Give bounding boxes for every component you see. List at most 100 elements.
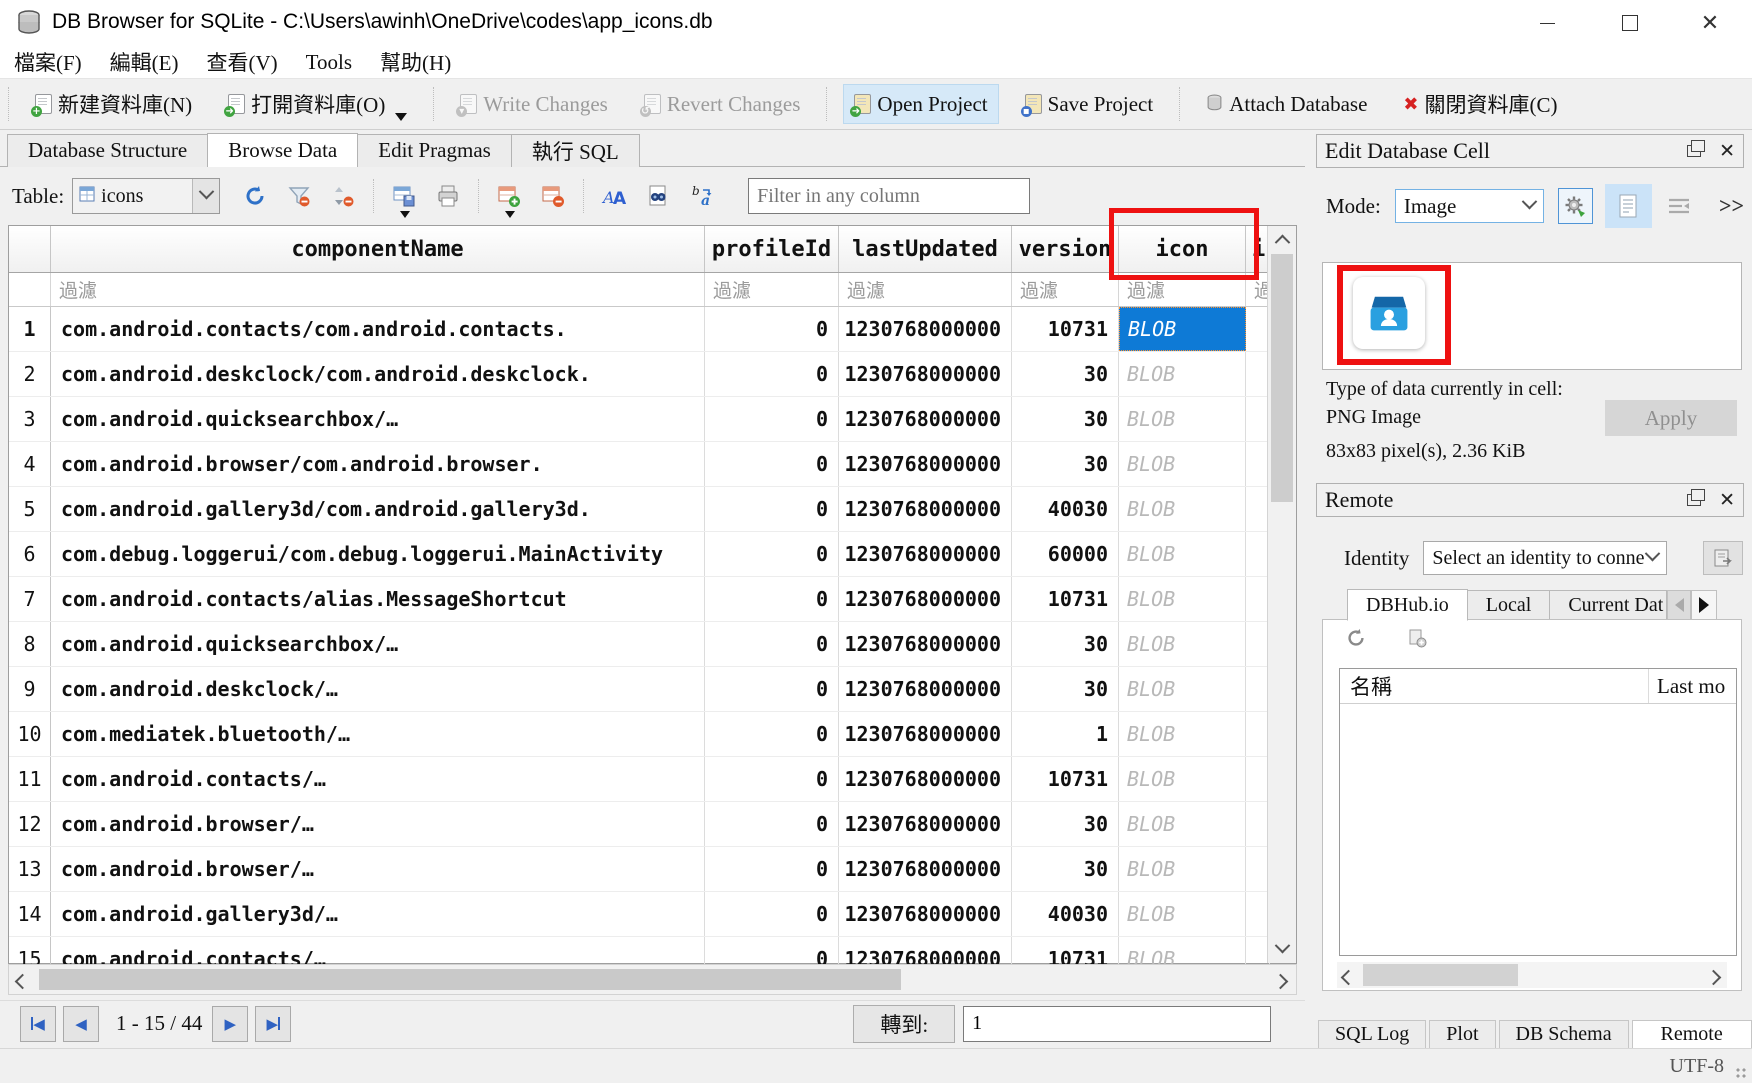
remote-clone-database-icon[interactable] xyxy=(1407,628,1427,653)
find-in-table-icon[interactable] xyxy=(645,183,671,209)
cell-profileId[interactable]: 0 xyxy=(705,892,839,936)
filter-input[interactable] xyxy=(748,178,1030,214)
column-header-lastUpdated[interactable]: lastUpdated xyxy=(839,226,1012,272)
cell-profileId[interactable]: 0 xyxy=(705,757,839,801)
scroll-right-button[interactable] xyxy=(1708,970,1719,988)
cell-profileId[interactable]: 0 xyxy=(705,712,839,756)
open-project-button[interactable]: ➜ Open Project xyxy=(843,84,998,124)
cell-profileId[interactable]: 0 xyxy=(705,532,839,576)
close-button[interactable]: ✕ xyxy=(1679,3,1741,43)
tab-current-database[interactable]: Current Dat xyxy=(1549,590,1667,620)
cell-lastUpdated[interactable]: 1230768000000 xyxy=(839,712,1012,756)
insert-record-icon[interactable] xyxy=(496,183,522,209)
mode-select[interactable]: Image xyxy=(1395,189,1544,223)
cell-profileId[interactable]: 0 xyxy=(705,487,839,531)
cell-componentName[interactable]: com.android.gallery3d/com.android.galler… xyxy=(51,487,705,531)
write-changes-button[interactable]: ▾ Write Changes xyxy=(450,85,618,123)
cell-lastUpdated[interactable]: 1230768000000 xyxy=(839,487,1012,531)
cell-icon[interactable]: BLOB xyxy=(1119,712,1246,756)
cell-version[interactable]: 30 xyxy=(1012,622,1119,666)
cell-icon[interactable]: BLOB xyxy=(1119,397,1246,441)
row-number[interactable]: 5 xyxy=(9,487,51,531)
open-database-button[interactable]: ➜ 打開資料庫(O) xyxy=(218,85,417,123)
column-header-componentName[interactable]: componentName xyxy=(51,226,705,272)
row-number[interactable]: 1 xyxy=(9,307,51,351)
text-mode-button[interactable] xyxy=(1605,184,1652,228)
cell-componentName[interactable]: com.android.browser/com.android.browser. xyxy=(51,442,705,486)
dock-tab-plot[interactable]: Plot xyxy=(1429,1020,1495,1049)
maximize-button[interactable] xyxy=(1599,3,1661,43)
delete-record-icon[interactable] xyxy=(540,183,566,209)
cell-icon[interactable]: BLOB xyxy=(1119,667,1246,711)
cell-lastUpdated[interactable]: 1230768000000 xyxy=(839,892,1012,936)
menu-help[interactable]: 幫助(H) xyxy=(366,46,465,78)
cell-componentName[interactable]: com.android.contacts/… xyxy=(51,757,705,801)
row-number[interactable]: 4 xyxy=(9,442,51,486)
first-page-button[interactable]: ◀ xyxy=(20,1006,56,1042)
row-number[interactable]: 8 xyxy=(9,622,51,666)
cell-componentName[interactable]: com.android.deskclock/com.android.deskcl… xyxy=(51,352,705,396)
apply-button[interactable]: Apply xyxy=(1605,400,1737,436)
remote-column-last-modified[interactable]: Last mo xyxy=(1649,669,1736,703)
cell-lastUpdated[interactable]: 1230768000000 xyxy=(839,802,1012,846)
encoding-indicator[interactable]: UTF-8 xyxy=(1670,1055,1724,1078)
cell-icon[interactable]: BLOB xyxy=(1119,352,1246,396)
row-number[interactable]: 3 xyxy=(9,397,51,441)
cell-icon[interactable]: BLOB xyxy=(1119,802,1246,846)
cell-componentName[interactable]: com.android.gallery3d/… xyxy=(51,892,705,936)
cell-componentName[interactable]: com.android.contacts/com.android.contact… xyxy=(51,307,705,351)
cell-version[interactable]: 10731 xyxy=(1012,307,1119,351)
cell-icon[interactable]: BLOB xyxy=(1119,622,1246,666)
cell-icon[interactable]: BLOB xyxy=(1119,892,1246,936)
cell-profileId[interactable]: 0 xyxy=(705,307,839,351)
next-page-button[interactable]: ▶ xyxy=(212,1006,248,1042)
float-panel-icon[interactable] xyxy=(1687,494,1701,506)
menu-file[interactable]: 檔案(F) xyxy=(0,46,96,78)
cell-componentName[interactable]: com.android.deskclock/… xyxy=(51,667,705,711)
column-header-profileId[interactable]: profileId xyxy=(705,226,839,272)
cell-lastUpdated[interactable]: 1230768000000 xyxy=(839,397,1012,441)
print-icon[interactable] xyxy=(435,183,461,209)
dock-tab-db-schema[interactable]: DB Schema xyxy=(1499,1020,1629,1049)
vertical-scrollbar-thumb[interactable] xyxy=(1271,254,1293,502)
minimize-button[interactable] xyxy=(1516,3,1578,43)
cell-icon[interactable]: BLOB xyxy=(1119,577,1246,621)
remote-refresh-icon[interactable] xyxy=(1345,627,1367,654)
close-panel-icon[interactable]: ✕ xyxy=(1719,489,1735,511)
column-header-version[interactable]: version xyxy=(1012,226,1119,272)
row-number[interactable]: 2 xyxy=(9,352,51,396)
previous-page-button[interactable]: ◀ xyxy=(63,1006,99,1042)
filter-componentName[interactable]: 過濾 xyxy=(51,273,705,306)
insert-dropdown-icon[interactable] xyxy=(505,211,515,218)
tab-edit-pragmas[interactable]: Edit Pragmas xyxy=(357,134,512,167)
goto-input[interactable] xyxy=(963,1006,1271,1042)
close-panel-icon[interactable]: ✕ xyxy=(1719,140,1735,162)
cell-version[interactable]: 30 xyxy=(1012,442,1119,486)
font-format-icon[interactable]: AA xyxy=(601,183,627,209)
vertical-scrollbar[interactable] xyxy=(1267,226,1296,963)
panel-overflow-button[interactable]: >> xyxy=(1719,193,1744,219)
open-database-dropdown-icon[interactable] xyxy=(395,113,407,121)
dock-tab-sql-log[interactable]: SQL Log xyxy=(1318,1020,1426,1049)
menu-tools[interactable]: Tools xyxy=(292,46,366,78)
cell-profileId[interactable]: 0 xyxy=(705,397,839,441)
cell-version[interactable]: 30 xyxy=(1012,802,1119,846)
save-project-button[interactable]: ▪ Save Project xyxy=(1015,85,1164,123)
table-selector[interactable]: icons xyxy=(72,178,220,214)
float-panel-icon[interactable] xyxy=(1687,145,1701,157)
horizontal-scrollbar[interactable] xyxy=(8,964,1297,995)
clear-filter-icon[interactable] xyxy=(286,183,312,209)
table-selector-arrow[interactable] xyxy=(192,179,219,213)
cell-version[interactable]: 30 xyxy=(1012,847,1119,891)
import-certificate-button[interactable] xyxy=(1703,541,1743,575)
export-table-icon[interactable] xyxy=(391,183,417,209)
menu-view[interactable]: 查看(V) xyxy=(193,46,292,78)
scroll-right-button[interactable] xyxy=(1275,974,1286,992)
cell-componentName[interactable]: com.mediatek.bluetooth/… xyxy=(51,712,705,756)
new-database-button[interactable]: + 新建資料庫(N) xyxy=(25,85,202,123)
row-number[interactable]: 10 xyxy=(9,712,51,756)
remote-horizontal-scrollbar[interactable] xyxy=(1337,962,1727,988)
tab-scroll-right-button[interactable] xyxy=(1691,590,1717,620)
menu-edit[interactable]: 編輯(E) xyxy=(96,46,193,78)
cell-profileId[interactable]: 0 xyxy=(705,802,839,846)
